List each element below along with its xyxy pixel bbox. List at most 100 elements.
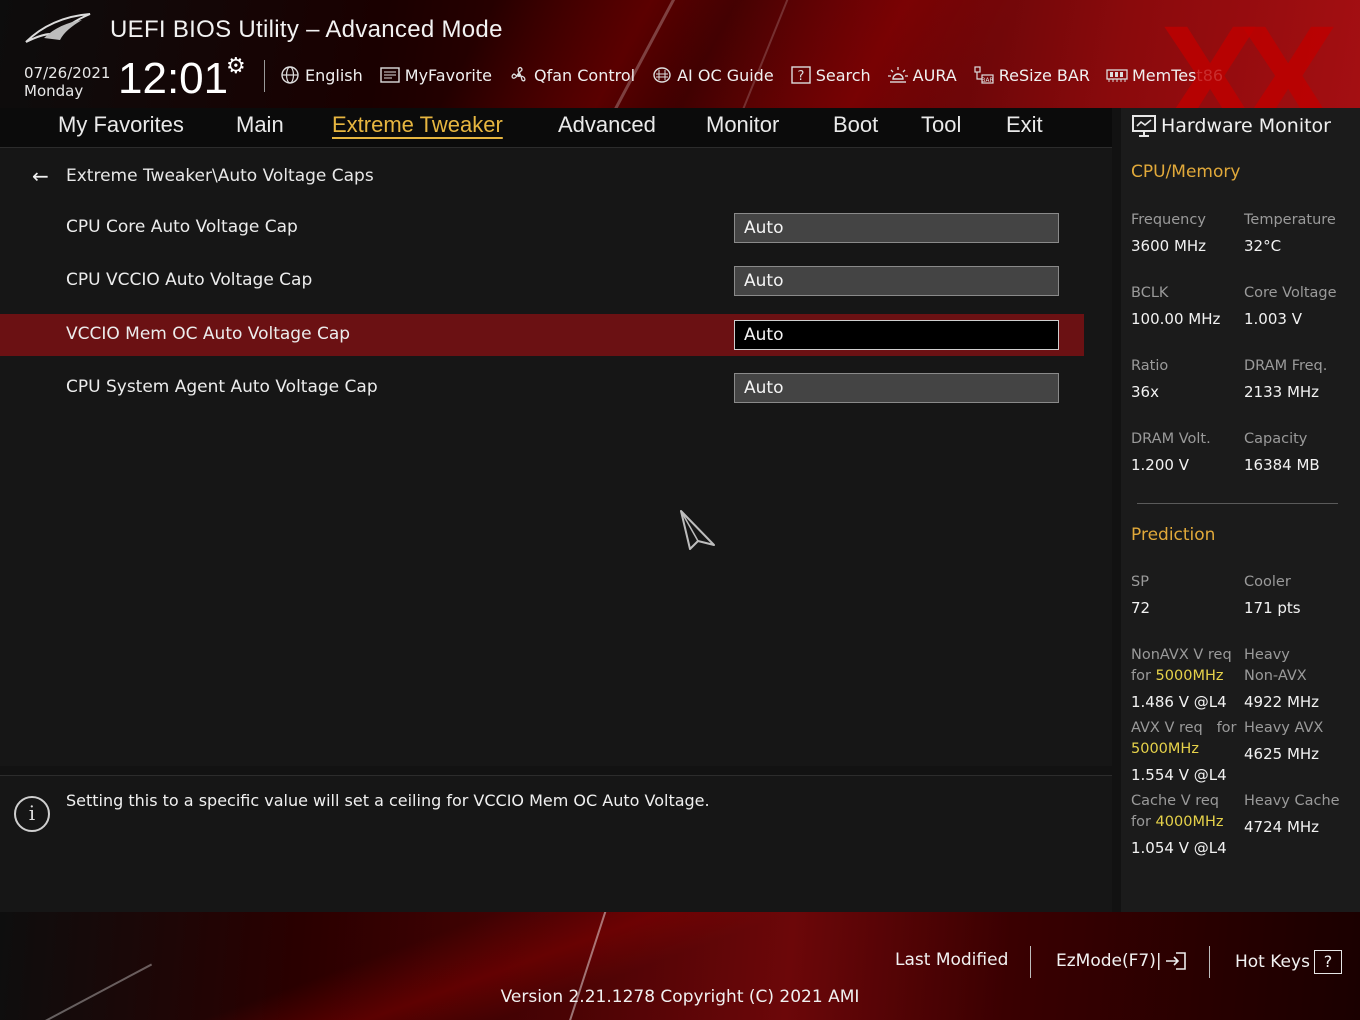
temperature-value: 32°C — [1244, 237, 1282, 255]
top-toolbar: English MyFavorite Qfan Control AI OC Gu… — [278, 62, 1238, 88]
setting-row-vccio-mem-oc-voltage-cap[interactable]: VCCIO Mem OC Auto Voltage Cap Auto — [0, 314, 1084, 356]
frequency-label: Frequency — [1131, 212, 1206, 228]
settings-panel: ← Extreme Tweaker\Auto Voltage Caps CPU … — [0, 148, 1112, 766]
svg-text:?: ? — [797, 69, 804, 84]
rog-eye-logo-icon — [25, 13, 91, 43]
dram-freq-label: DRAM Freq. — [1244, 358, 1328, 374]
monitor-icon — [1132, 115, 1156, 137]
date-text: 07/26/2021 — [24, 64, 111, 82]
sp-label: SP — [1131, 574, 1149, 590]
nonavx-freq-text: 5000MHz — [1155, 668, 1224, 684]
avx-freq-text: 5000MHz — [1131, 741, 1199, 757]
setting-value-field[interactable]: Auto — [734, 320, 1059, 350]
tab-my-favorites[interactable]: My Favorites — [58, 112, 184, 138]
bclk-label: BCLK — [1131, 285, 1169, 301]
heavy-avx-value: 4625 MHz — [1244, 745, 1320, 763]
frequency-value: 3600 MHz — [1131, 237, 1207, 255]
breadcrumb-path: Extreme Tweaker\Auto Voltage Caps — [66, 166, 374, 186]
heavy-cache-value: 4724 MHz — [1244, 818, 1320, 836]
setting-row-cpu-core-voltage-cap[interactable]: CPU Core Auto Voltage Cap Auto — [0, 207, 1084, 249]
mouse-cursor-icon — [680, 510, 715, 550]
cooler-value: 171 pts — [1244, 599, 1301, 617]
myfavorite-button[interactable]: MyFavorite — [378, 65, 492, 85]
cpu-memory-heading: CPU/Memory — [1131, 162, 1241, 182]
qfan-control-button[interactable]: Qfan Control — [507, 65, 635, 85]
setting-value-field[interactable]: Auto — [734, 213, 1059, 243]
footer-bar: Last Modified EzMode(F7)| Hot Keys ? Ver… — [0, 912, 1360, 1020]
qfan-control-label: Qfan Control — [534, 65, 636, 85]
core-voltage-value: 1.003 V — [1244, 310, 1302, 328]
cache-freq-text: 4000MHz — [1155, 814, 1224, 830]
setting-row-cpu-vccio-voltage-cap[interactable]: CPU VCCIO Auto Voltage Cap Auto — [0, 260, 1084, 302]
help-panel: i Setting this to a specific value will … — [0, 775, 1112, 912]
setting-value-field[interactable]: Auto — [734, 266, 1059, 296]
setting-row-cpu-system-agent-voltage-cap[interactable]: CPU System Agent Auto Voltage Cap Auto — [0, 367, 1084, 409]
avx-for-text: for — [1216, 720, 1237, 736]
main-tabs: My Favorites Main Extreme Tweaker Advanc… — [0, 108, 1112, 148]
nonavx-req-for: for 5000MHz — [1131, 666, 1223, 687]
tab-advanced[interactable]: Advanced — [558, 112, 656, 138]
dram-volt-value: 1.200 V — [1131, 456, 1189, 474]
search-button[interactable]: ? Search — [789, 65, 871, 85]
cache-req-for: for 4000MHz — [1131, 812, 1223, 833]
fan-icon — [507, 65, 531, 85]
tab-main[interactable]: Main — [236, 112, 284, 138]
temperature-label: Temperature — [1244, 212, 1336, 228]
gear-icon[interactable]: ⚙ — [226, 54, 246, 79]
cache-req-label: Cache V req — [1131, 793, 1219, 809]
ai-chip-icon — [650, 65, 674, 85]
nonavx-for-text: for — [1131, 668, 1151, 684]
search-label: Search — [815, 65, 871, 85]
help-box-icon: ? — [1313, 950, 1342, 974]
date-display: 07/26/2021 Monday — [24, 64, 110, 100]
nonavx-req-value: 1.486 V @L4 — [1131, 693, 1227, 711]
ai-oc-guide-button[interactable]: AI OC Guide — [650, 65, 774, 85]
core-voltage-label: Core Voltage — [1244, 285, 1337, 301]
header-bar: UEFI BIOS Utility – Advanced Mode 07/26/… — [0, 0, 1360, 108]
setting-label: CPU Core Auto Voltage Cap — [66, 217, 298, 237]
heavy-nonavx-label-1: Heavy — [1244, 647, 1290, 663]
dram-freq-value: 2133 MHz — [1244, 383, 1320, 401]
capacity-label: Capacity — [1244, 431, 1308, 447]
aura-button[interactable]: AURA — [886, 65, 957, 85]
resize-bar-icon: BAR — [972, 65, 996, 85]
language-label: English — [305, 65, 363, 85]
watermark-logo: XX — [1160, 0, 1338, 108]
setting-value-field[interactable]: Auto — [734, 373, 1059, 403]
tab-tool[interactable]: Tool — [921, 112, 961, 138]
avx-req-label-text: AVX V req — [1131, 720, 1203, 736]
resize-bar-button[interactable]: BAR ReSize BAR — [972, 65, 1090, 85]
sp-value: 72 — [1131, 599, 1151, 617]
last-modified-button[interactable]: Last Modified — [895, 950, 1008, 970]
avx-req-value: 1.554 V @L4 — [1131, 766, 1227, 784]
tab-extreme-tweaker[interactable]: Extreme Tweaker — [332, 112, 503, 138]
ezmode-button[interactable]: EzMode(F7)| — [1056, 950, 1188, 972]
hardware-monitor-title: Hardware Monitor — [1131, 114, 1331, 138]
cache-for-text: for — [1131, 814, 1151, 830]
breadcrumb[interactable]: ← Extreme Tweaker\Auto Voltage Caps — [32, 164, 374, 188]
back-arrow-icon[interactable]: ← — [32, 164, 54, 188]
tab-exit[interactable]: Exit — [1006, 112, 1043, 138]
heavy-cache-label: Heavy Cache — [1244, 793, 1340, 809]
setting-label: CPU VCCIO Auto Voltage Cap — [66, 270, 313, 290]
tab-boot[interactable]: Boot — [833, 112, 878, 138]
tab-monitor[interactable]: Monitor — [706, 112, 779, 138]
resize-bar-label: ReSize BAR — [998, 65, 1090, 85]
aura-label: AURA — [912, 65, 957, 85]
footer-divider — [1030, 946, 1031, 978]
dram-volt-label: DRAM Volt. — [1131, 431, 1211, 447]
hot-keys-label: Hot Keys — [1235, 952, 1310, 972]
bclk-value: 100.00 MHz — [1131, 310, 1221, 328]
hot-keys-button[interactable]: Hot Keys ? — [1235, 950, 1342, 974]
favorite-list-icon — [378, 65, 402, 85]
setting-label: CPU System Agent Auto Voltage Cap — [66, 377, 378, 397]
prediction-heading: Prediction — [1131, 525, 1216, 545]
monitor-divider — [1137, 503, 1338, 504]
ratio-label: Ratio — [1131, 358, 1169, 374]
cooler-label: Cooler — [1244, 574, 1291, 590]
ezmode-label: EzMode(F7)| — [1056, 951, 1162, 971]
version-text: Version 2.21.1278 Copyright (C) 2021 AMI — [500, 987, 860, 1007]
language-button[interactable]: English — [278, 65, 363, 85]
globe-icon — [278, 65, 302, 85]
memory-icon — [1105, 65, 1129, 85]
